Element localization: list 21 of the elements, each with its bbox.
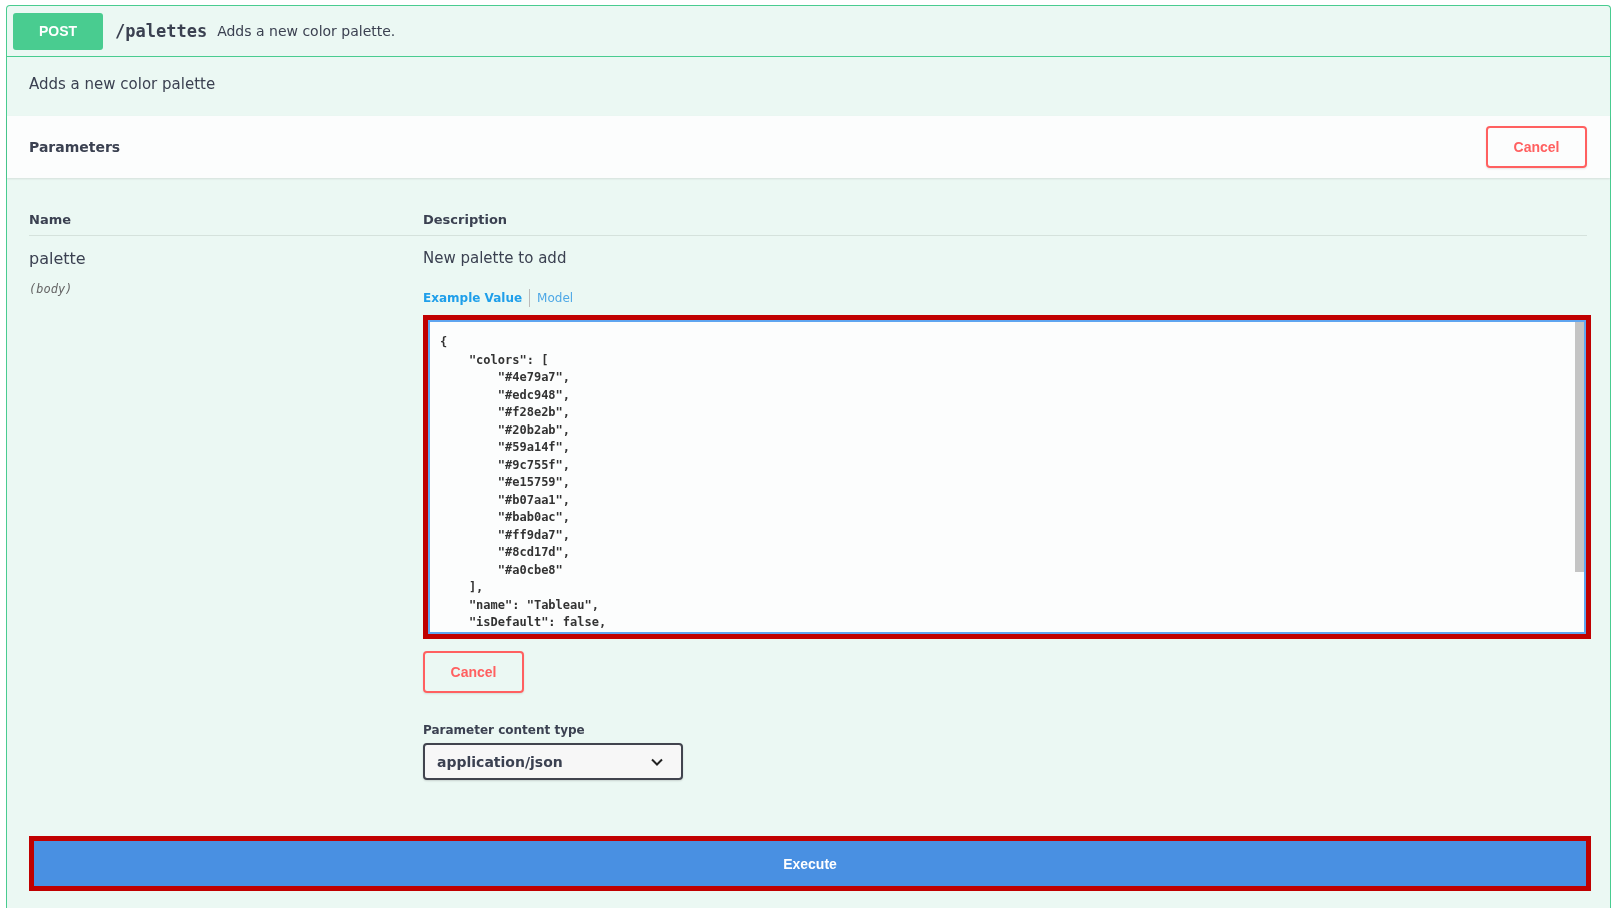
cancel-button[interactable]: Cancel: [423, 651, 524, 693]
parameters-title: Parameters: [29, 139, 121, 155]
execute-button[interactable]: Execute: [29, 836, 1591, 891]
endpoint-path: /palettes: [115, 21, 208, 41]
scrollbar-thumb[interactable]: [1575, 322, 1584, 572]
content-type-dropdown[interactable]: application/json: [423, 743, 683, 780]
content-type-label: Parameter content type: [423, 723, 586, 737]
parameter-description: New palette to add: [423, 249, 568, 267]
request-body-field[interactable]: { "colors": [ "#4e79a7", "#edc948", "#f28e2b", "#20b2ab", "#59a14f", "#9c755f", "#e15759", "#b07aa1", "#bab0ac", "#ff9da7", "#8cd17d", "#a0cbe8" ], "name": "Tableau", "isDefault": false,: [423, 315, 1591, 639]
parameter-name: palette: [29, 249, 87, 268]
method-badge: POST: [13, 12, 103, 50]
operation-summary: Adds a new color palette.: [217, 23, 396, 39]
operation-description: Adds a new color palette: [29, 75, 216, 93]
column-header: Name: [29, 212, 72, 227]
parameter-location: (body): [29, 282, 74, 296]
column-header: Description: [423, 212, 508, 227]
example-tab[interactable]: Example Value: [423, 291, 523, 305]
cancel-button[interactable]: Cancel: [1486, 126, 1587, 168]
chevron-down-icon: [651, 757, 663, 766]
operation-header[interactable]: POST /palettes Adds a new color palette.: [7, 6, 1610, 57]
example-tab[interactable]: Model: [537, 291, 574, 305]
